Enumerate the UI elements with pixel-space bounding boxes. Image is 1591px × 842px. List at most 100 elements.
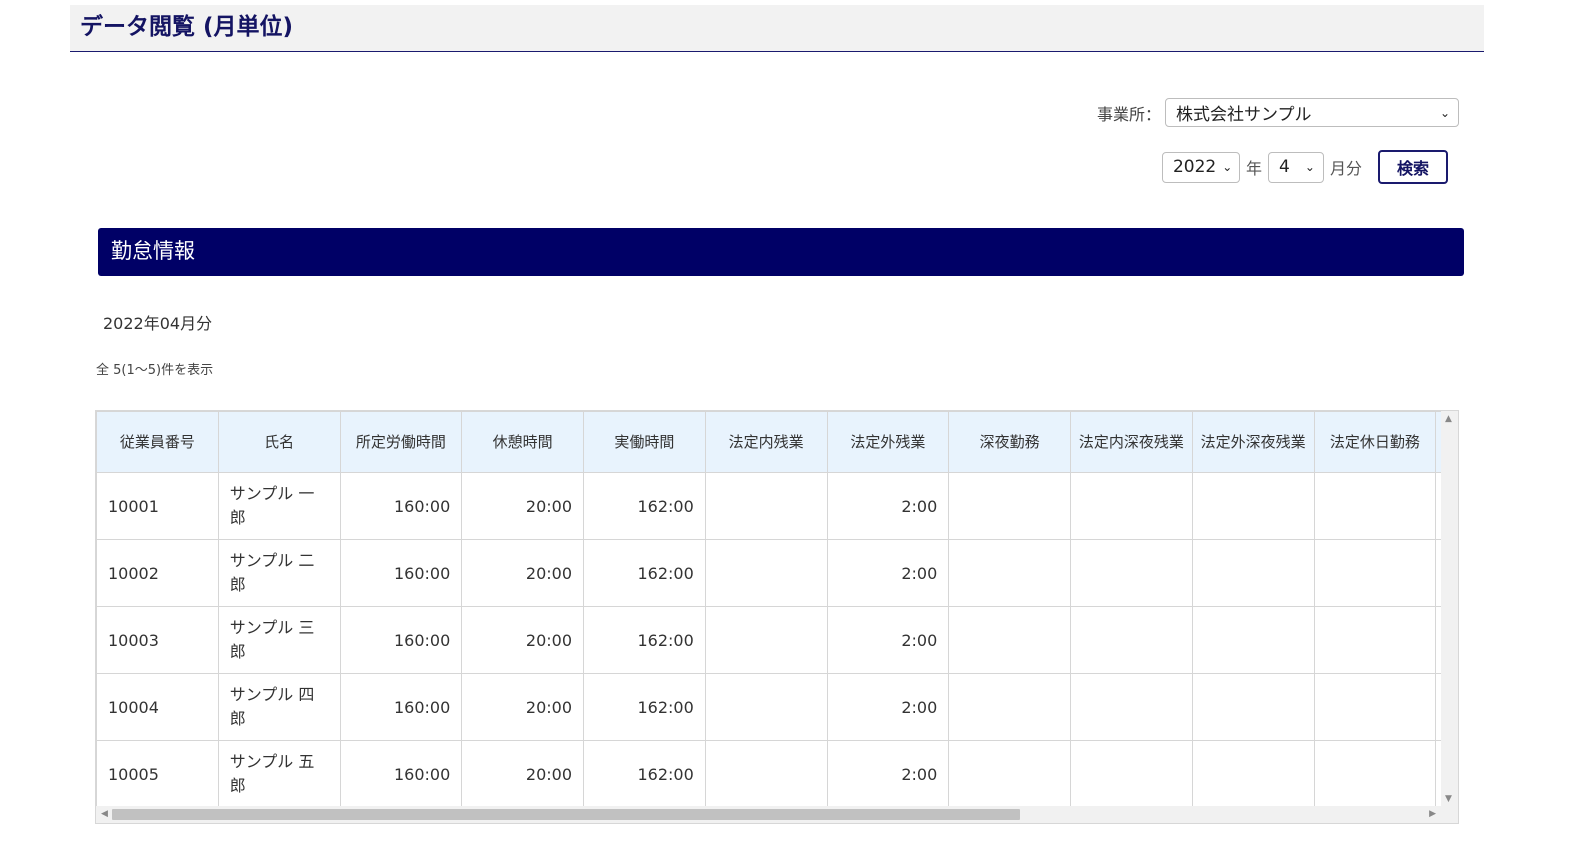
horizontal-scrollbar-thumb[interactable] <box>112 809 1020 820</box>
extra-night-overtime-cell <box>1191 740 1315 808</box>
actual-hours-cell: 162:00 <box>583 673 706 741</box>
section-title: 勤怠情報 <box>111 239 195 263</box>
break-time-cell: 20:00 <box>461 673 584 741</box>
table-row: 10003 サンプル 三郎 160:00 20:00 162:00 2:00 <box>96 606 1458 674</box>
scroll-left-icon[interactable]: ◀ <box>101 809 108 819</box>
extra-overtime-cell: 2:00 <box>826 606 950 674</box>
scheduled-hours-cell: 160:00 <box>339 606 463 674</box>
night-work-cell <box>948 673 1071 741</box>
employee-name-cell: サンプル 五郎 <box>217 740 341 808</box>
extra-night-overtime-cell <box>1191 472 1315 540</box>
scroll-down-icon[interactable]: ▼ <box>1445 794 1452 804</box>
scheduled-hours-cell: 160:00 <box>339 539 463 607</box>
employee-name-cell: サンプル 一郎 <box>217 472 341 540</box>
scroll-right-icon[interactable]: ▶ <box>1429 809 1436 819</box>
break-time-cell: 20:00 <box>461 606 584 674</box>
legal-overtime-cell <box>704 472 828 540</box>
employee-id-cell: 10001 <box>96 472 219 540</box>
legal-night-overtime-cell <box>1070 740 1193 808</box>
scheduled-hours-cell: 160:00 <box>339 472 463 540</box>
office-label: 事業所： <box>1096 104 1161 124</box>
night-work-cell <box>948 472 1071 540</box>
employee-id-cell: 10002 <box>96 539 219 607</box>
table-row: 10004 サンプル 四郎 160:00 20:00 162:00 2:00 <box>96 673 1458 741</box>
chevron-down-icon: ⌄ <box>1304 160 1315 174</box>
office-select[interactable]: 株式会社サンプル ⌄ <box>1165 98 1459 127</box>
extra-night-overtime-cell <box>1191 606 1315 674</box>
extra-overtime-cell: 2:00 <box>826 740 950 808</box>
period-label: 2022年04月分 <box>103 314 213 333</box>
table-row: 10001 サンプル 一郎 160:00 20:00 162:00 2:00 <box>96 472 1458 540</box>
legal-night-overtime-cell <box>1070 539 1193 607</box>
actual-hours-cell: 162:00 <box>583 539 706 607</box>
column-header: 従業員番号 <box>96 411 219 473</box>
actual-hours-cell: 162:00 <box>583 606 706 674</box>
scroll-up-icon[interactable]: ▲ <box>1445 414 1452 424</box>
column-header: 法定休日勤務 <box>1313 411 1437 473</box>
break-time-cell: 20:00 <box>461 740 584 808</box>
table-header-row: 従業員番号 氏名 所定労働時間 休憩時間 実働時間 法定内残業 法定外残業 深夜… <box>96 411 1458 473</box>
legal-holiday-cell <box>1313 472 1437 540</box>
month-select[interactable]: 4 ⌄ <box>1267 151 1324 183</box>
column-header: 実働時間 <box>583 411 706 473</box>
legal-night-overtime-cell <box>1070 472 1193 540</box>
break-time-cell: 20:00 <box>461 539 584 607</box>
column-header: 法定内残業 <box>704 411 828 473</box>
legal-holiday-cell <box>1313 673 1437 741</box>
chevron-down-icon: ⌄ <box>1439 105 1450 120</box>
month-select-value: 4 <box>1278 157 1290 177</box>
page-title: データ閲覧 (月単位) <box>80 14 294 40</box>
legal-overtime-cell <box>704 740 828 808</box>
scheduled-hours-cell: 160:00 <box>339 673 463 741</box>
horizontal-scrollbar[interactable]: ◀ ▶ <box>96 806 1458 823</box>
legal-overtime-cell <box>704 606 828 674</box>
scheduled-hours-cell: 160:00 <box>339 740 463 808</box>
legal-holiday-cell <box>1313 539 1437 607</box>
period-filter: 2022 ⌄ 年 4 ⌄ 月分 検索 <box>1161 150 1448 184</box>
attendance-table: 従業員番号 氏名 所定労働時間 休憩時間 実働時間 法定内残業 法定外残業 深夜… <box>96 411 1458 808</box>
chevron-down-icon: ⌄ <box>1222 160 1233 174</box>
column-header: 所定労働時間 <box>339 411 463 473</box>
employee-name-cell: サンプル 三郎 <box>217 606 341 674</box>
extra-night-overtime-cell <box>1191 673 1315 741</box>
employee-name-cell: サンプル 二郎 <box>217 539 341 607</box>
employee-id-cell: 10005 <box>96 740 219 808</box>
extra-overtime-cell: 2:00 <box>826 673 950 741</box>
legal-overtime-cell <box>704 673 828 741</box>
year-unit-label: 年 <box>1245 159 1262 178</box>
office-filter: 事業所： 株式会社サンプル ⌄ <box>1097 97 1459 128</box>
employee-id-cell: 10004 <box>96 673 219 741</box>
employee-name-cell: サンプル 四郎 <box>217 673 341 741</box>
extra-overtime-cell: 2:00 <box>826 539 950 607</box>
column-header: 休憩時間 <box>461 411 584 473</box>
night-work-cell <box>948 740 1071 808</box>
legal-night-overtime-cell <box>1070 673 1193 741</box>
month-unit-label: 月分 <box>1329 159 1362 178</box>
extra-night-overtime-cell <box>1191 539 1315 607</box>
extra-overtime-cell: 2:00 <box>826 472 950 540</box>
table-row: 10002 サンプル 二郎 160:00 20:00 162:00 2:00 <box>96 539 1458 607</box>
legal-overtime-cell <box>704 539 828 607</box>
section-banner: 勤怠情報 <box>98 228 1464 276</box>
result-count: 全 5(1～5)件を表示 <box>96 363 214 378</box>
search-button[interactable]: 検索 <box>1378 150 1448 184</box>
page-header: データ閲覧 (月単位) <box>70 5 1484 52</box>
actual-hours-cell: 162:00 <box>583 740 706 808</box>
attendance-table-container: 従業員番号 氏名 所定労働時間 休憩時間 実働時間 法定内残業 法定外残業 深夜… <box>95 410 1459 824</box>
column-header: 法定外深夜残業 <box>1191 411 1315 473</box>
vertical-scrollbar[interactable]: ▲ ▼ <box>1441 411 1458 807</box>
column-header: 深夜勤務 <box>948 411 1071 473</box>
night-work-cell <box>948 539 1071 607</box>
year-select[interactable]: 2022 ⌄ <box>1161 151 1240 183</box>
break-time-cell: 20:00 <box>461 472 584 540</box>
actual-hours-cell: 162:00 <box>583 472 706 540</box>
column-header: 法定内深夜残業 <box>1070 411 1193 473</box>
year-select-value: 2022 <box>1172 157 1217 177</box>
column-header: 氏名 <box>217 411 341 473</box>
table-row: 10005 サンプル 五郎 160:00 20:00 162:00 2:00 <box>96 740 1458 808</box>
night-work-cell <box>948 606 1071 674</box>
legal-night-overtime-cell <box>1070 606 1193 674</box>
office-select-value: 株式会社サンプル <box>1176 105 1312 125</box>
legal-holiday-cell <box>1313 606 1437 674</box>
employee-id-cell: 10003 <box>96 606 219 674</box>
